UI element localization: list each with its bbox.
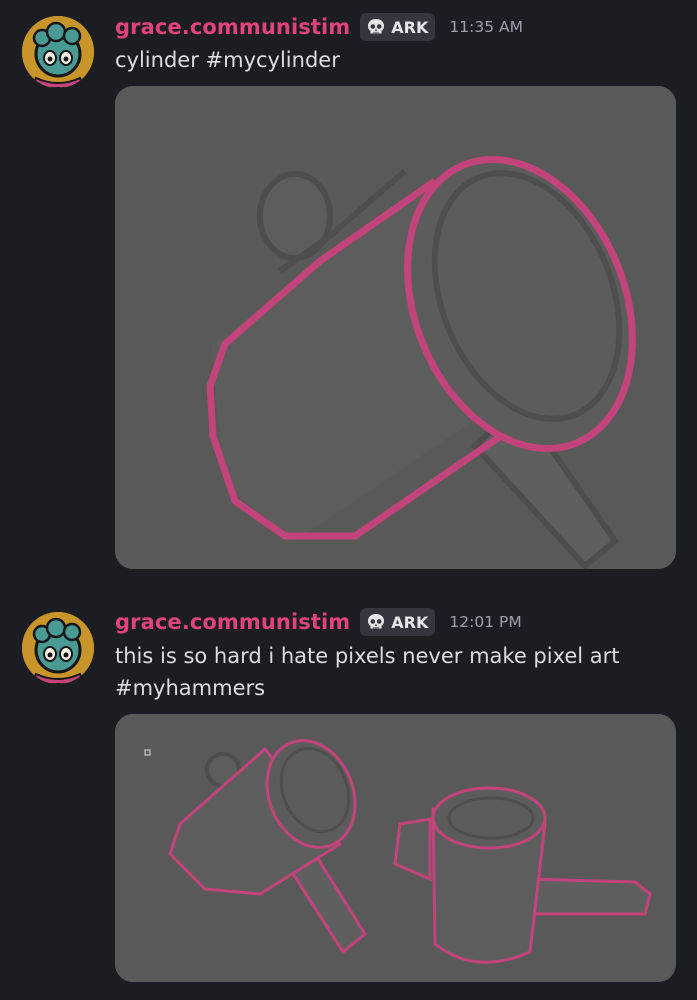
guild-tag-label: ARK [391,17,429,37]
pixel-art-image [115,714,676,982]
message-text: this is so hard i hate pixels never make… [115,644,620,700]
guild-tag[interactable]: ARK [360,608,436,636]
pixel-art-image [115,86,676,569]
avatar[interactable] [22,16,94,88]
guild-tag[interactable]: ARK [360,13,436,41]
skull-icon [368,19,385,34]
guild-tag-label: ARK [391,612,429,632]
avatar-image [22,16,94,88]
image-attachment[interactable] [115,86,676,569]
username[interactable]: grace.communistim [115,15,350,39]
image-attachment[interactable] [115,714,676,982]
timestamp[interactable]: 11:35 AM [449,18,523,36]
message-header: grace.communistim ARK 12:01 PM [115,608,522,636]
message-header: grace.communistim ARK 11:35 AM [115,13,523,41]
username[interactable]: grace.communistim [115,610,350,634]
avatar-image [22,612,94,684]
message-text: cylinder #mycylinder [115,48,340,72]
avatar[interactable] [22,612,94,684]
skull-icon [368,614,385,629]
timestamp[interactable]: 12:01 PM [449,613,521,631]
